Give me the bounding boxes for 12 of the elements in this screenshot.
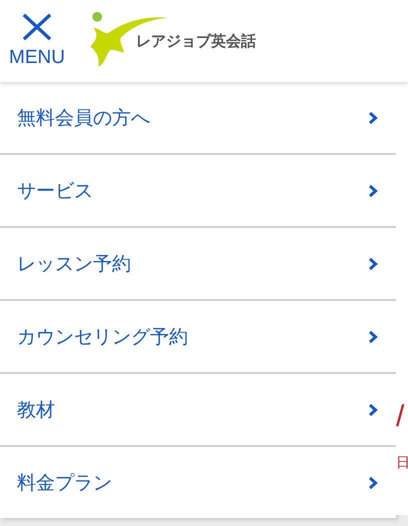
- logo-text[interactable]: レアジョブ英会話: [136, 32, 256, 51]
- chevron-right-icon: [368, 256, 378, 270]
- chevron-right-icon: [368, 402, 378, 416]
- chevron-right-icon: [368, 476, 378, 490]
- chevron-right-icon: [368, 184, 378, 198]
- background-text: 日: [396, 454, 408, 472]
- close-icon: [21, 13, 53, 41]
- chevron-right-icon: [368, 110, 378, 124]
- close-menu-button[interactable]: MENU: [6, 13, 68, 69]
- background-text: /: [396, 400, 404, 434]
- chevron-right-icon: [368, 330, 378, 344]
- menu-item[interactable]: 料金プラン: [0, 447, 396, 518]
